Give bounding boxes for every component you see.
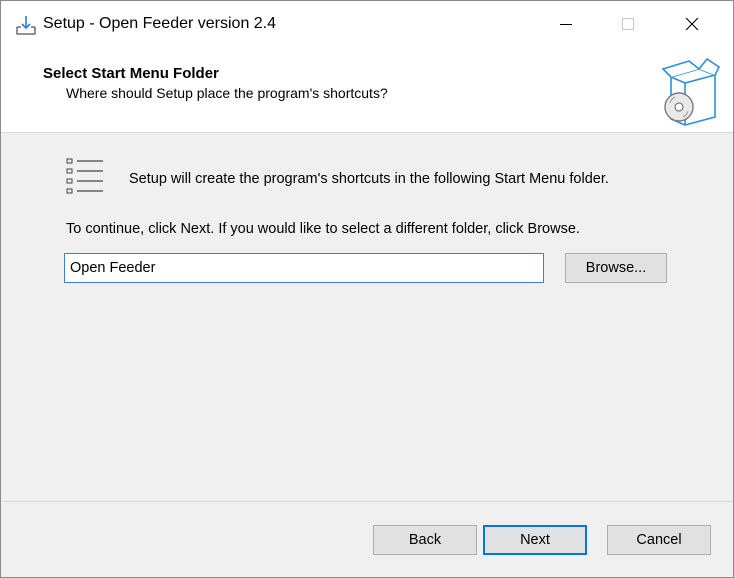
maximize-icon [622,18,634,30]
minimize-button[interactable] [543,1,589,47]
box-with-disc-icon [661,57,721,126]
maximize-button [605,1,651,47]
footer-divider [1,501,733,502]
setup-window: Setup - Open Feeder version 2.4 Select S… [0,0,734,578]
wizard-header: Select Start Menu Folder Where should Se… [1,47,733,133]
instruction-text: To continue, click Next. If you would li… [66,221,580,237]
cancel-button[interactable]: Cancel [607,525,711,555]
shortcut-info-text: Setup will create the program's shortcut… [129,171,609,187]
start-menu-folder-input[interactable] [64,253,544,283]
page-subtitle: Where should Setup place the program's s… [66,85,388,101]
window-title: Setup - Open Feeder version 2.4 [43,15,277,32]
close-button[interactable] [669,1,715,47]
next-button[interactable]: Next [483,525,587,555]
page-title: Select Start Menu Folder [43,65,219,82]
title-bar[interactable]: Setup - Open Feeder version 2.4 [1,1,733,47]
minimize-icon [560,24,572,25]
list-icon [66,158,103,194]
wizard-body: Setup will create the program's shortcut… [1,133,733,501]
close-icon [685,17,699,31]
setup-download-icon [16,16,36,35]
browse-button[interactable]: Browse... [565,253,667,283]
back-button[interactable]: Back [373,525,477,555]
